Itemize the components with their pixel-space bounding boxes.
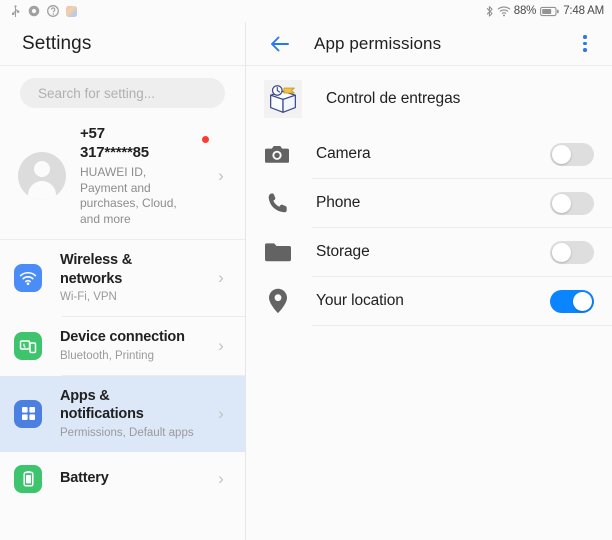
sidebar-item-text: Apps & notifications Permissions, Defaul… bbox=[60, 387, 213, 441]
avatar bbox=[18, 151, 66, 200]
chevron-right-icon: › bbox=[218, 268, 224, 287]
sidebar-item-apps-notifications[interactable]: Apps & notifications Permissions, Defaul… bbox=[0, 375, 245, 452]
app-notification-icon bbox=[66, 5, 77, 17]
sidebar-item-subtitle: Bluetooth, Printing bbox=[60, 349, 154, 362]
sidebar-item-label: Wireless & networks bbox=[60, 252, 133, 287]
more-vertical-icon[interactable] bbox=[574, 33, 596, 55]
app-name-label: Control de entregas bbox=[326, 90, 461, 107]
account-row[interactable]: +57 317*****85 HUAWEI ID, Payment and pu… bbox=[0, 118, 245, 240]
sidebar-item-label: Device connection bbox=[60, 329, 185, 345]
usb-icon bbox=[12, 4, 20, 17]
delivery-box-icon bbox=[264, 80, 302, 118]
permission-label: Phone bbox=[316, 194, 361, 211]
status-bar: 88% 7:48 AM bbox=[0, 0, 612, 22]
apps-grid-icon bbox=[14, 399, 42, 428]
search-input[interactable]: Search for setting... bbox=[20, 78, 225, 108]
search-placeholder: Search for setting... bbox=[38, 85, 156, 101]
folder-icon bbox=[264, 238, 292, 266]
permission-toggle-storage[interactable] bbox=[550, 240, 594, 264]
status-bar-system-icons: 88% 7:48 AM bbox=[485, 5, 604, 18]
bluetooth-icon bbox=[486, 5, 493, 17]
chevron-right-icon: › bbox=[218, 335, 224, 355]
search-container: Search for setting... bbox=[0, 66, 245, 118]
chevron-right-icon: › bbox=[218, 165, 224, 185]
settings-sidebar: Settings Search for setting... +57 317**… bbox=[0, 22, 245, 540]
sidebar-item-subtitle: Wi-Fi, VPN bbox=[60, 291, 117, 303]
app-permissions-pane: App permissions Control de entregas Came… bbox=[246, 22, 612, 540]
location-pin-icon bbox=[264, 287, 292, 315]
sidebar-item-subtitle: Permissions, Default apps bbox=[60, 426, 194, 439]
sidebar-item-text: Battery bbox=[60, 469, 213, 488]
permission-label: Camera bbox=[316, 145, 371, 162]
permission-row-storage[interactable]: Storage bbox=[246, 228, 612, 276]
permission-label: Your location bbox=[316, 292, 404, 309]
divider bbox=[312, 325, 612, 326]
permission-toggle-your-location[interactable] bbox=[550, 289, 594, 313]
sidebar-item-battery[interactable]: Battery › bbox=[0, 452, 245, 504]
account-phone-country: +57 bbox=[80, 125, 105, 142]
clock-label: 7:48 AM bbox=[563, 5, 604, 17]
back-arrow-icon[interactable] bbox=[268, 32, 292, 56]
account-subtitle: HUAWEI ID, Payment and purchases, Cloud,… bbox=[80, 165, 177, 226]
sidebar-item-label: Apps & notifications bbox=[60, 387, 144, 423]
page-title: Settings bbox=[22, 32, 92, 54]
permission-toggle-phone[interactable] bbox=[550, 191, 594, 215]
sidebar-item-wireless-networks[interactable]: Wireless & networks Wi-Fi, VPN › bbox=[0, 240, 245, 316]
sidebar-item-text: Wireless & networks Wi-Fi, VPN bbox=[60, 251, 213, 305]
permission-row-phone[interactable]: Phone bbox=[246, 179, 612, 227]
permission-row-your-location[interactable]: Your location bbox=[246, 277, 612, 325]
app-header-row: Control de entregas bbox=[246, 66, 612, 130]
detail-header: App permissions bbox=[246, 22, 612, 66]
sidebar-header: Settings bbox=[0, 22, 245, 66]
chevron-right-icon: › bbox=[218, 403, 224, 423]
chevron-right-icon: › bbox=[218, 468, 224, 488]
detail-title: App permissions bbox=[314, 33, 442, 53]
sidebar-item-device-connection[interactable]: Device connection Bluetooth, Printing › bbox=[0, 317, 245, 375]
permission-row-camera[interactable]: Camera bbox=[246, 130, 612, 178]
account-notification-dot bbox=[202, 136, 209, 143]
sidebar-item-label: Battery bbox=[60, 470, 109, 487]
status-bar-notification-icons bbox=[10, 4, 77, 18]
battery-icon bbox=[540, 6, 559, 16]
battery-icon bbox=[14, 464, 42, 493]
sidebar-item-text: Device connection Bluetooth, Printing bbox=[60, 328, 213, 364]
account-phone-number: 317*****85 bbox=[80, 144, 149, 161]
help-circle-icon bbox=[47, 5, 59, 17]
camera-icon bbox=[264, 140, 292, 168]
permission-toggle-camera[interactable] bbox=[550, 142, 594, 166]
device-connection-icon bbox=[14, 331, 42, 360]
battery-percent-label: 88% bbox=[513, 5, 537, 17]
account-text: +57 317*****85 HUAWEI ID, Payment and pu… bbox=[80, 124, 213, 227]
wifi-icon bbox=[497, 6, 511, 17]
permission-label: Storage bbox=[316, 243, 370, 260]
phone-icon bbox=[264, 189, 292, 217]
wifi-icon bbox=[14, 264, 42, 292]
settings-gear-icon bbox=[28, 5, 40, 17]
settings-app-window: 88% 7:48 AM Settings Search for setting.… bbox=[0, 0, 612, 540]
